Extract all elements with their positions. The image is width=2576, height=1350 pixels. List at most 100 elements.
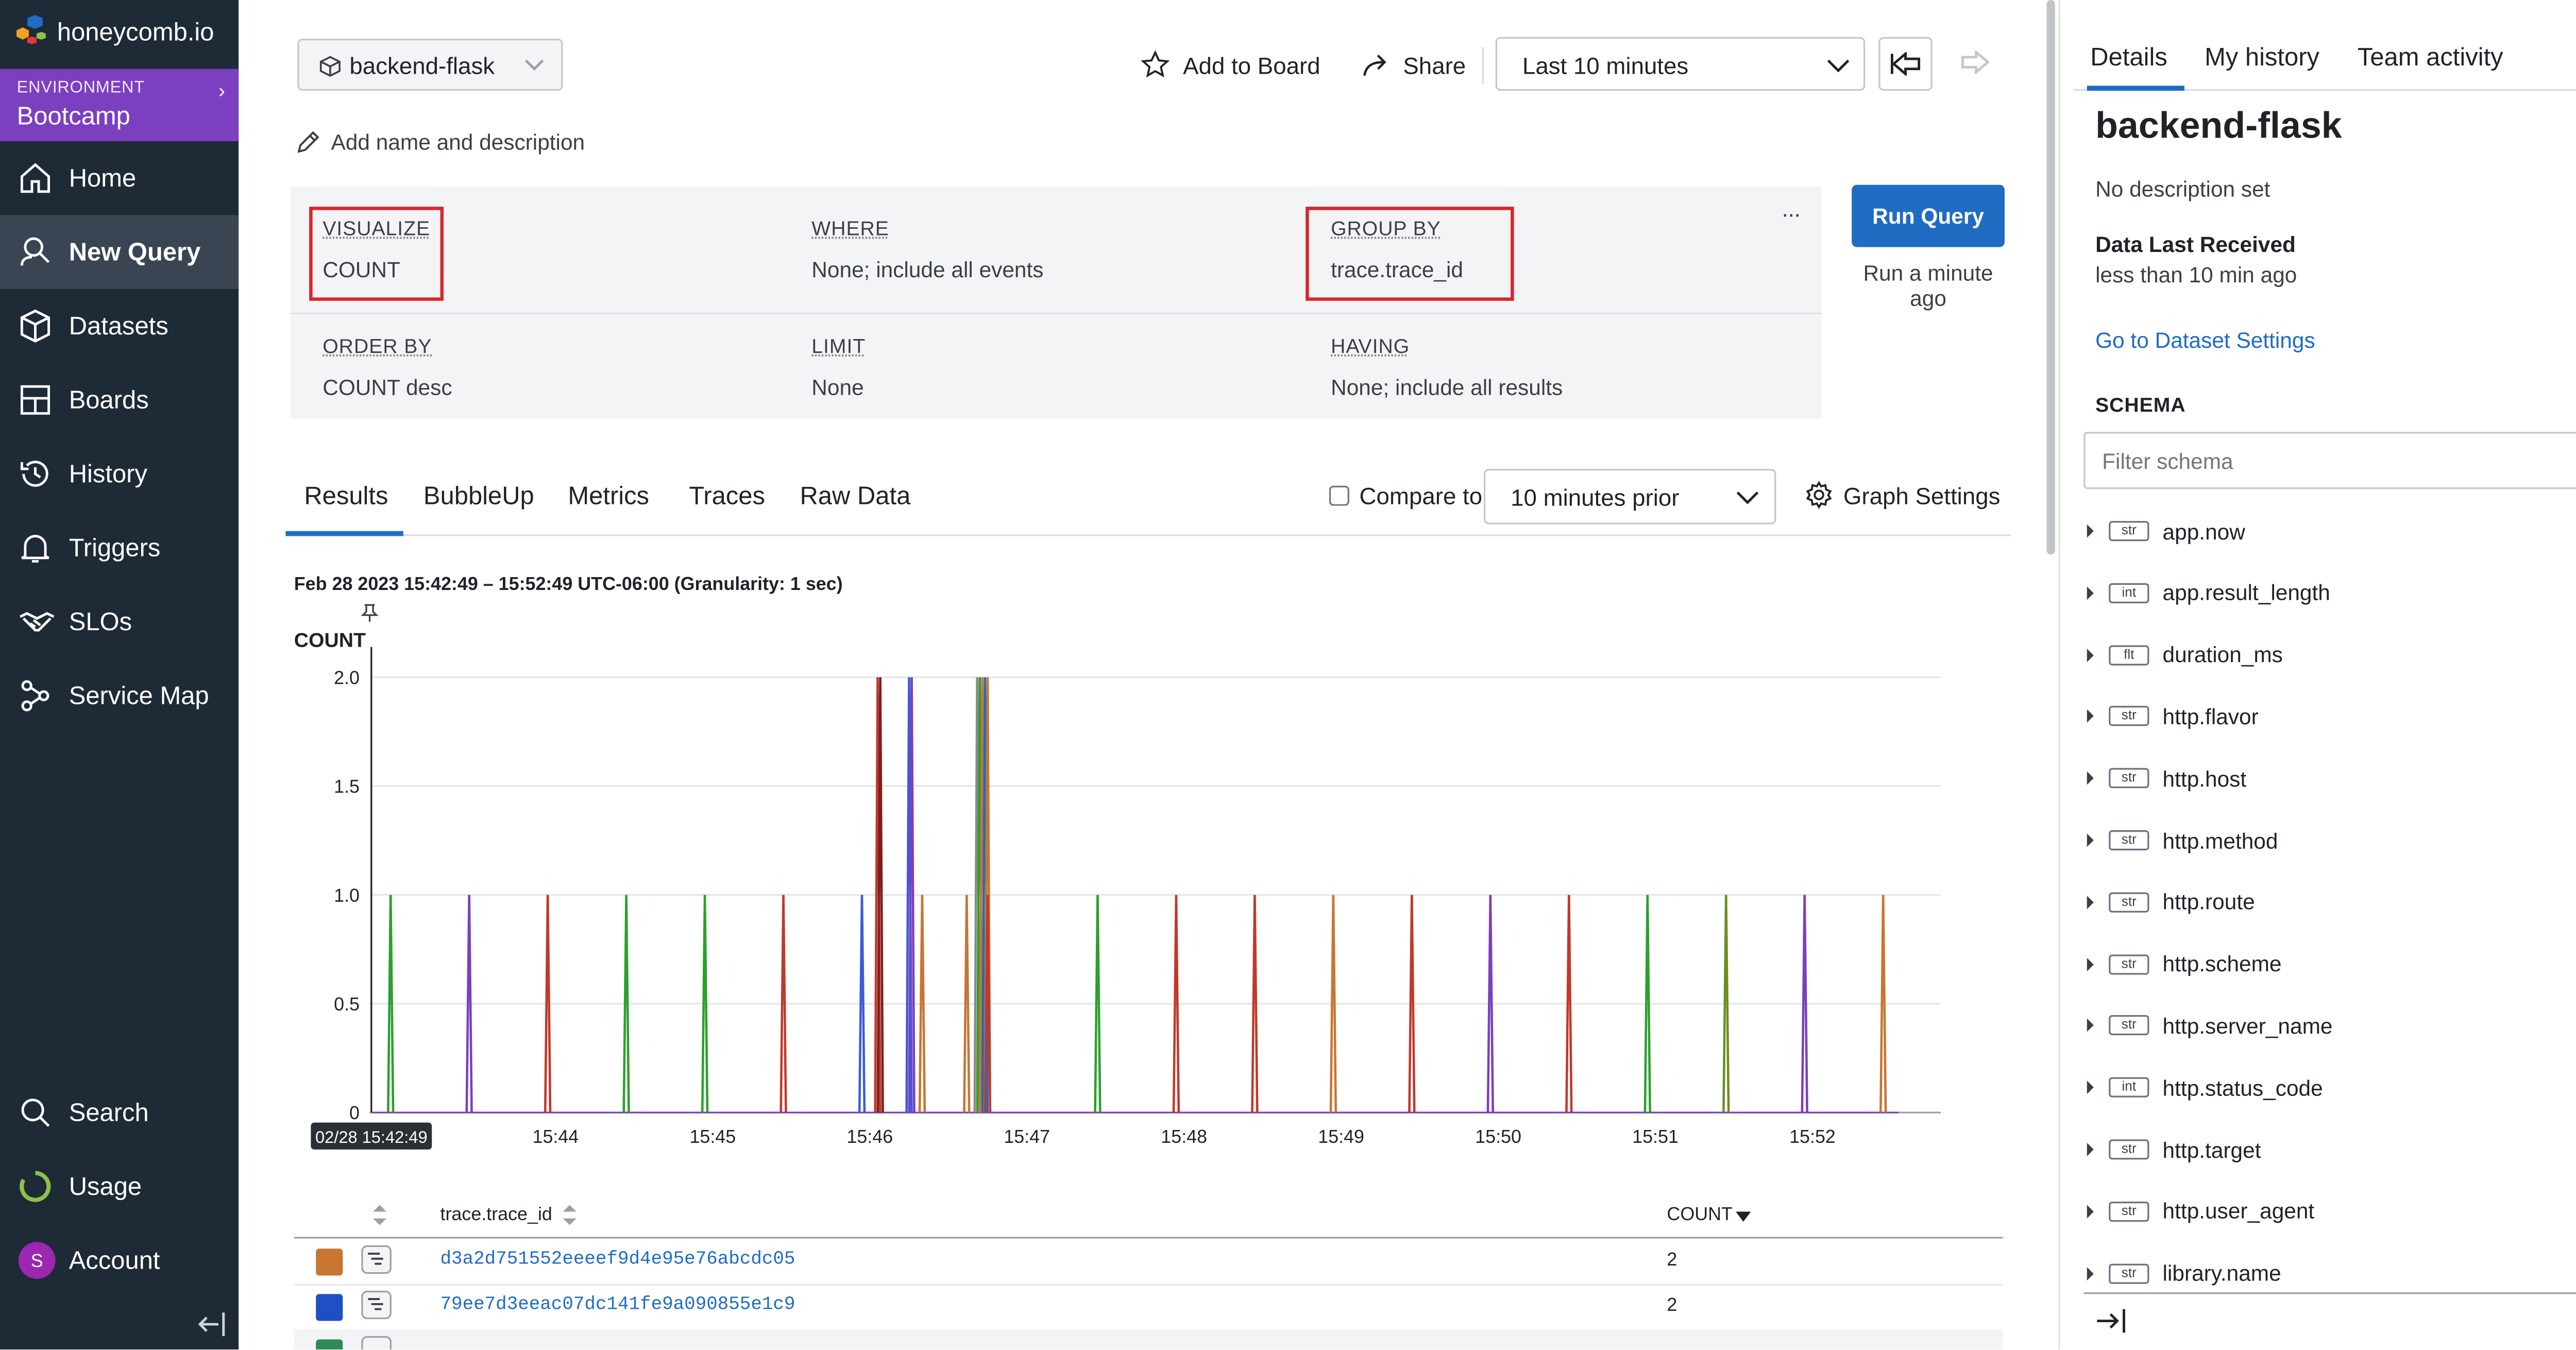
expand-icon[interactable] [2087,895,2094,909]
sidebar-item-search[interactable]: Search [0,1075,239,1150]
expand-icon[interactable] [2087,710,2094,723]
schema-field[interactable]: str http.method [2087,823,2278,857]
sidebar-item-triggers[interactable]: Triggers [0,511,239,585]
schema-field[interactable]: int app.result_length [2087,576,2330,610]
arrow-right-icon [1961,50,1990,74]
environment-switcher[interactable]: ENVIRONMENT Bootcamp › [0,69,239,141]
graph-settings-button[interactable]: Graph Settings [1805,481,2000,509]
trace-icon[interactable] [361,1290,392,1320]
add-name-description-button[interactable]: Add name and description [296,129,585,155]
tab-bubbleup[interactable]: BubbleUp [423,482,534,511]
limit-label[interactable]: LIMIT [811,334,866,358]
tab-details[interactable]: Details [2090,44,2167,72]
schema-filter-input[interactable] [2083,432,2576,490]
tab-raw-data[interactable]: Raw Data [800,482,910,511]
where-label[interactable]: WHERE [811,217,889,241]
time-back-button[interactable] [1878,37,1933,91]
honeycomb-logo[interactable]: honeycomb.io [13,7,232,57]
service-map-icon [21,680,49,712]
time-range-selector[interactable]: Last 10 minutes [1495,37,1866,91]
share-button[interactable]: Share [1363,39,1466,91]
schema-field[interactable]: str http.server_name [2087,1009,2333,1042]
main-scrollbar[interactable] [2043,0,2057,555]
expand-icon[interactable] [2087,1019,2094,1033]
dataset-settings-link[interactable]: Go to Dataset Settings [2095,328,2315,353]
pin-icon[interactable] [360,603,380,623]
expand-icon[interactable] [2087,771,2094,785]
expand-icon[interactable] [2087,1204,2094,1218]
expand-icon[interactable] [2087,586,2094,600]
where-value[interactable]: None; include all events [811,257,1043,282]
column-header-count[interactable]: COUNT [1667,1205,1733,1225]
expand-icon[interactable] [2087,1081,2094,1094]
sidebar-item-home[interactable]: Home [0,141,239,215]
compare-checkbox[interactable] [1329,485,1349,506]
sidebar-item-service-map[interactable]: Service Map [0,659,239,733]
trace-id-link[interactable]: d3a2d751552eeeef9d4e95e76abcdc05 [440,1251,795,1271]
schema-field[interactable]: str http.target [2087,1133,2261,1166]
add-to-board-button[interactable]: Add to Board [1141,39,1320,91]
more-options-icon[interactable]: ··· [1781,200,1801,227]
collapse-panel-icon[interactable] [2094,1307,2127,1334]
sidebar-item-boards[interactable]: Boards [0,363,239,437]
schema-field[interactable]: str http.flavor [2087,700,2259,733]
sidebar-item-account[interactable]: S Account [0,1223,239,1297]
run-timestamp: Run a minute ago [1863,260,1993,311]
table-row[interactable]: 79ee7d3eeac07dc141fe9a090855e1c9 2 [294,1284,2003,1331]
trace-icon[interactable] [361,1336,392,1349]
table-row[interactable] [294,1329,2003,1349]
sidebar-item-datasets[interactable]: Datasets [0,289,239,363]
limit-value[interactable]: None [811,375,863,400]
order-by-value[interactable]: COUNT desc [323,375,452,400]
sort-desc-icon[interactable] [1736,1211,1751,1222]
sidebar-item-history[interactable]: History [0,437,239,511]
field-type-badge: int [2109,583,2149,603]
trace-icon[interactable] [361,1245,392,1274]
sidebar-item-slos[interactable]: SLOs [0,585,239,659]
schema-field[interactable]: str http.route [2087,885,2255,919]
schema-field[interactable]: str app.now [2087,514,2245,548]
divider [1482,47,1484,85]
field-name: http.host [2162,766,2247,791]
compare-toggle[interactable]: Compare to [1329,482,1482,509]
compare-period-selector[interactable]: 10 minutes prior [1483,468,1776,525]
add-to-board-label: Add to Board [1183,51,1320,78]
having-value[interactable]: None; include all results [1331,375,1563,400]
schema-field[interactable]: str http.host [2087,762,2246,795]
run-query-button[interactable]: Run Query [1852,184,2005,247]
schema-field[interactable]: str http.user_agent [2087,1194,2314,1228]
expand-icon[interactable] [2087,833,2094,847]
sort-icon[interactable] [563,1205,577,1225]
sidebar-item-label: Service Map [69,681,209,710]
expand-icon[interactable] [2087,957,2094,971]
collapse-sidebar-icon[interactable] [197,1311,227,1338]
trace-id-link[interactable]: 79ee7d3eeac07dc141fe9a090855e1c9 [440,1296,795,1316]
schema-field[interactable]: str http.scheme [2087,947,2282,981]
schema-field[interactable]: int http.status_code [2087,1071,2323,1104]
count-chart[interactable]: 0 0.5 1.0 1.5 2.0 15:44 15:45 15:46 15:47 15:48 15… [294,647,1975,1151]
sidebar-item-usage[interactable]: Usage [0,1150,239,1224]
sort-icon[interactable] [373,1205,387,1225]
time-forward-button[interactable] [1958,37,1995,91]
schema-field[interactable]: str library.name [2087,1256,2281,1290]
expand-icon[interactable] [2087,524,2094,538]
sidebar-item-new-query[interactable]: New Query [0,215,239,289]
expand-icon[interactable] [2087,1266,2094,1280]
column-header-trace-id[interactable]: trace.trace_id [440,1205,552,1225]
tab-team-activity[interactable]: Team activity [2358,44,2503,72]
expand-icon[interactable] [2087,1142,2094,1156]
having-label[interactable]: HAVING [1331,334,1410,358]
sidebar-item-label: Boards [69,385,149,414]
table-row[interactable]: d3a2d751552eeeef9d4e95e76abcdc05 2 [294,1239,2003,1286]
tab-my-history[interactable]: My history [2205,44,2319,72]
sidebar-item-label: Search [69,1098,149,1127]
dataset-selector[interactable]: backend-flask [297,39,563,91]
tab-metrics[interactable]: Metrics [568,482,649,511]
tab-divider [285,534,2012,536]
expand-icon[interactable] [2087,648,2094,662]
schema-field[interactable]: flt duration_ms [2087,638,2283,671]
tab-traces[interactable]: Traces [689,482,765,511]
tab-results[interactable]: Results [304,482,388,511]
order-by-label[interactable]: ORDER BY [323,334,432,358]
time-range-value: Last 10 minutes [1522,52,1689,79]
